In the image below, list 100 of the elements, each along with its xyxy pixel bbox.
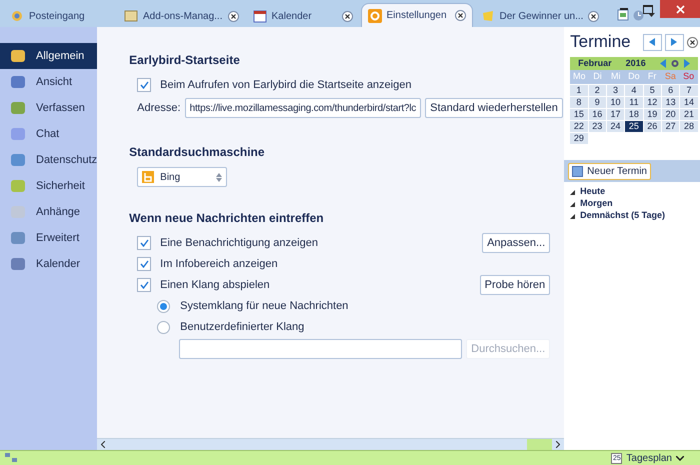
clock-icon bbox=[633, 10, 644, 20]
sidebar-item[interactable]: Verfassen bbox=[0, 95, 98, 121]
calendar-day[interactable]: 6 bbox=[662, 85, 680, 96]
calendar-day[interactable]: 29 bbox=[570, 133, 588, 144]
sidebar-item[interactable]: Allgemein bbox=[0, 43, 98, 69]
calendar-day[interactable]: 21 bbox=[680, 109, 698, 120]
calendar-day[interactable]: 14 bbox=[680, 97, 698, 108]
button[interactable]: Anpassen... bbox=[482, 233, 550, 253]
weekday-label: Do bbox=[627, 70, 641, 84]
sidebar-item[interactable]: Kalender bbox=[0, 251, 98, 277]
calendar-day[interactable]: 20 bbox=[662, 109, 680, 120]
tab-label: Posteingang bbox=[29, 10, 86, 24]
calendar-day[interactable]: 25 bbox=[625, 121, 643, 132]
tab[interactable]: Der Gewinner un... bbox=[474, 5, 606, 27]
tab-label: Der Gewinner un... bbox=[500, 10, 584, 24]
radio-button[interactable] bbox=[157, 300, 170, 312]
scroll-left-icon[interactable] bbox=[101, 441, 106, 448]
calendar-day[interactable]: 22 bbox=[570, 121, 588, 132]
calendar-day[interactable]: 3 bbox=[606, 85, 624, 96]
tab[interactable]: Kalender bbox=[246, 5, 358, 27]
tab-label: Einstellungen bbox=[386, 9, 448, 23]
new-event-button[interactable]: Neuer Termin bbox=[568, 162, 651, 180]
pane-title: Termine bbox=[570, 31, 632, 54]
button[interactable]: Probe hören bbox=[480, 275, 550, 295]
month-navigation-icon bbox=[660, 59, 690, 68]
calendar-day[interactable]: 16 bbox=[588, 109, 606, 120]
sound-file-field[interactable] bbox=[179, 339, 462, 359]
field-label: Adresse: bbox=[137, 100, 181, 116]
calendar-day[interactable]: 12 bbox=[644, 97, 661, 108]
tab-label: Add-ons-Manag... bbox=[143, 10, 222, 24]
sidebar-item[interactable]: Erweitert bbox=[0, 225, 98, 251]
checkbox[interactable] bbox=[137, 236, 152, 250]
checkbox-label: Einen Klang abspielen bbox=[160, 278, 271, 293]
agenda-group-label[interactable]: Demnächst (5 Tage) bbox=[580, 209, 666, 223]
checkbox-label: Im Infobereich anzeigen bbox=[160, 256, 279, 272]
restore-default-button[interactable]: Standard wiederherstellen bbox=[425, 98, 563, 118]
scroll-right-icon[interactable] bbox=[556, 441, 560, 448]
caret-icon bbox=[648, 12, 656, 18]
checkbox[interactable] bbox=[137, 257, 152, 271]
checkbox[interactable] bbox=[137, 78, 152, 92]
agenda-group-label[interactable]: Morgen bbox=[580, 197, 613, 211]
calendar-day[interactable]: 8 bbox=[570, 97, 588, 108]
radio-label: Benutzerdefinierter Klang bbox=[180, 320, 304, 335]
screen-icon bbox=[617, 9, 630, 21]
tab[interactable]: Posteingang bbox=[4, 5, 116, 27]
calendar-day[interactable]: 13 bbox=[662, 97, 680, 108]
twisty-icon[interactable] bbox=[570, 190, 576, 194]
calendar-day[interactable]: 1 bbox=[570, 85, 588, 96]
calendar-day[interactable]: 2 bbox=[588, 85, 606, 96]
calendar-day[interactable]: 4 bbox=[625, 85, 643, 96]
calendar-day[interactable]: 19 bbox=[644, 109, 661, 120]
calendar-day[interactable]: 15 bbox=[570, 109, 588, 120]
weekday-label: Fr bbox=[646, 70, 658, 84]
checkbox[interactable] bbox=[137, 278, 152, 292]
sidebar-item[interactable]: Sicherheit bbox=[0, 173, 98, 199]
calendar-day[interactable]: 28 bbox=[680, 121, 698, 132]
close-icon[interactable] bbox=[588, 10, 600, 22]
close-button[interactable] bbox=[660, 0, 700, 18]
calendar-day[interactable]: 26 bbox=[644, 121, 661, 132]
next-button[interactable] bbox=[664, 34, 684, 50]
tab[interactable]: Einstellungen bbox=[360, 3, 472, 27]
close-icon bbox=[676, 4, 684, 14]
tab[interactable]: Add-ons-Manag... bbox=[118, 5, 244, 27]
sidebar-item[interactable]: Anhänge bbox=[0, 199, 98, 225]
radio-button[interactable] bbox=[157, 320, 170, 334]
calendar-day[interactable]: 10 bbox=[606, 97, 624, 108]
close-icon[interactable] bbox=[454, 10, 466, 21]
weekday-label: Mi bbox=[610, 70, 622, 84]
twisty-icon[interactable] bbox=[570, 214, 576, 218]
sidebar-item[interactable]: Chat bbox=[0, 121, 98, 147]
check-icon bbox=[140, 239, 149, 247]
check-icon bbox=[140, 260, 149, 268]
sidebar-item[interactable]: Ansicht bbox=[0, 69, 98, 95]
twisty-icon[interactable] bbox=[570, 202, 576, 206]
agenda-group-label[interactable]: Heute bbox=[580, 185, 606, 199]
previous-button[interactable] bbox=[642, 34, 662, 50]
scrollbar-thumb[interactable] bbox=[527, 439, 552, 450]
search-engine-dropdown[interactable]: Bing bbox=[137, 167, 228, 187]
chevron-down-icon bbox=[676, 456, 684, 460]
calendar-day[interactable]: 5 bbox=[644, 85, 661, 96]
minimize-icon bbox=[620, 8, 628, 10]
calendar-day[interactable]: 27 bbox=[662, 121, 680, 132]
close-icon[interactable] bbox=[686, 36, 698, 48]
calendar-day[interactable]: 7 bbox=[680, 85, 698, 96]
button: Durchsuchen... bbox=[466, 339, 550, 359]
calendar-day[interactable]: 17 bbox=[606, 109, 624, 120]
engine-icon bbox=[142, 171, 154, 183]
calendar-day[interactable]: 11 bbox=[625, 97, 643, 108]
calendar-day[interactable]: 18 bbox=[625, 109, 643, 120]
calendar-day[interactable]: 23 bbox=[588, 121, 606, 132]
calendar-day[interactable]: 9 bbox=[588, 97, 606, 108]
section-heading: Earlybird-Startseite bbox=[129, 52, 241, 69]
weekday-label: Mo bbox=[572, 70, 587, 84]
close-icon[interactable] bbox=[228, 10, 238, 22]
close-icon[interactable] bbox=[342, 10, 352, 22]
address-field[interactable]: https://live.mozillamessaging.com/thunderbird/start?lc bbox=[184, 98, 422, 118]
left-arrow-icon bbox=[648, 37, 656, 47]
view-label: Tagesplan bbox=[626, 452, 672, 465]
sidebar-item[interactable]: Datenschutz bbox=[0, 147, 98, 173]
calendar-day[interactable]: 24 bbox=[606, 121, 624, 132]
